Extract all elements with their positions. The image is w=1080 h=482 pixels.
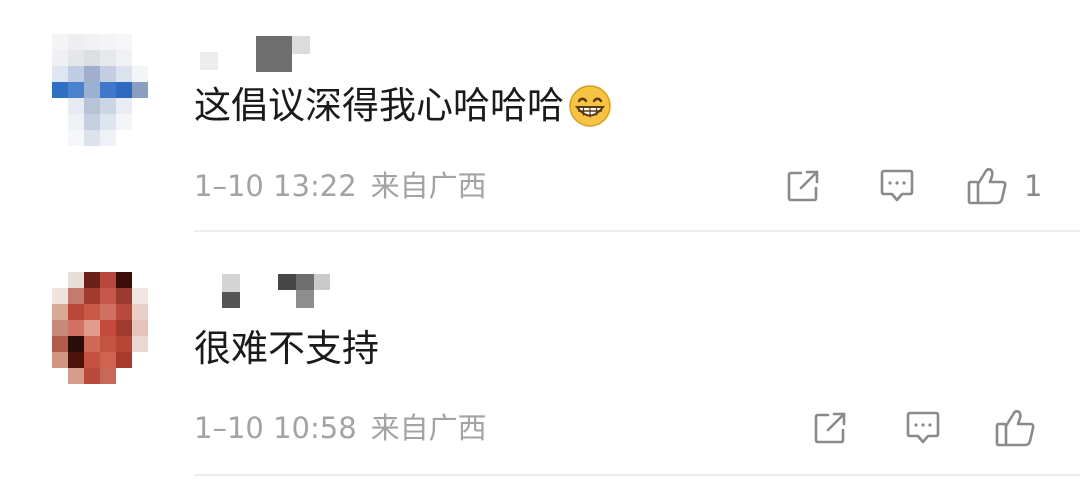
divider: [194, 230, 1080, 232]
comment-item: 很难不支持 1–10 10:58 来自广西: [0, 234, 1080, 482]
comment-text: 很难不支持: [194, 327, 379, 371]
username-redacted[interactable]: [200, 34, 340, 74]
comment-text-content: 很难不支持: [194, 327, 379, 370]
like-button[interactable]: [994, 408, 1038, 448]
divider: [194, 474, 1080, 476]
thumbs-up-icon: [995, 409, 1035, 447]
grinning-face-emoji: [569, 85, 611, 127]
share-icon: [787, 170, 819, 202]
thumbs-up-icon: [967, 167, 1007, 205]
share-icon: [814, 412, 846, 444]
avatar[interactable]: [52, 34, 148, 146]
avatar[interactable]: [52, 272, 148, 384]
username-redacted[interactable]: [200, 270, 340, 310]
share-button[interactable]: [811, 408, 849, 448]
comment-text-content: 这倡议深得我心哈哈哈: [194, 84, 564, 127]
comment-item: 这倡议深得我心哈哈哈 1–10 13:22 来自广西 1: [0, 0, 1080, 234]
reply-button[interactable]: [903, 408, 943, 448]
comment-icon: [906, 411, 940, 444]
share-button[interactable]: [784, 166, 822, 206]
like-count: 1: [1024, 169, 1043, 203]
reply-button[interactable]: [877, 166, 917, 206]
comment-actions: 1: [0, 166, 1080, 206]
comment-actions: [0, 408, 1080, 448]
comment-icon: [880, 169, 914, 202]
like-button[interactable]: 1: [966, 166, 1042, 206]
comment-text: 这倡议深得我心哈哈哈: [194, 84, 612, 128]
